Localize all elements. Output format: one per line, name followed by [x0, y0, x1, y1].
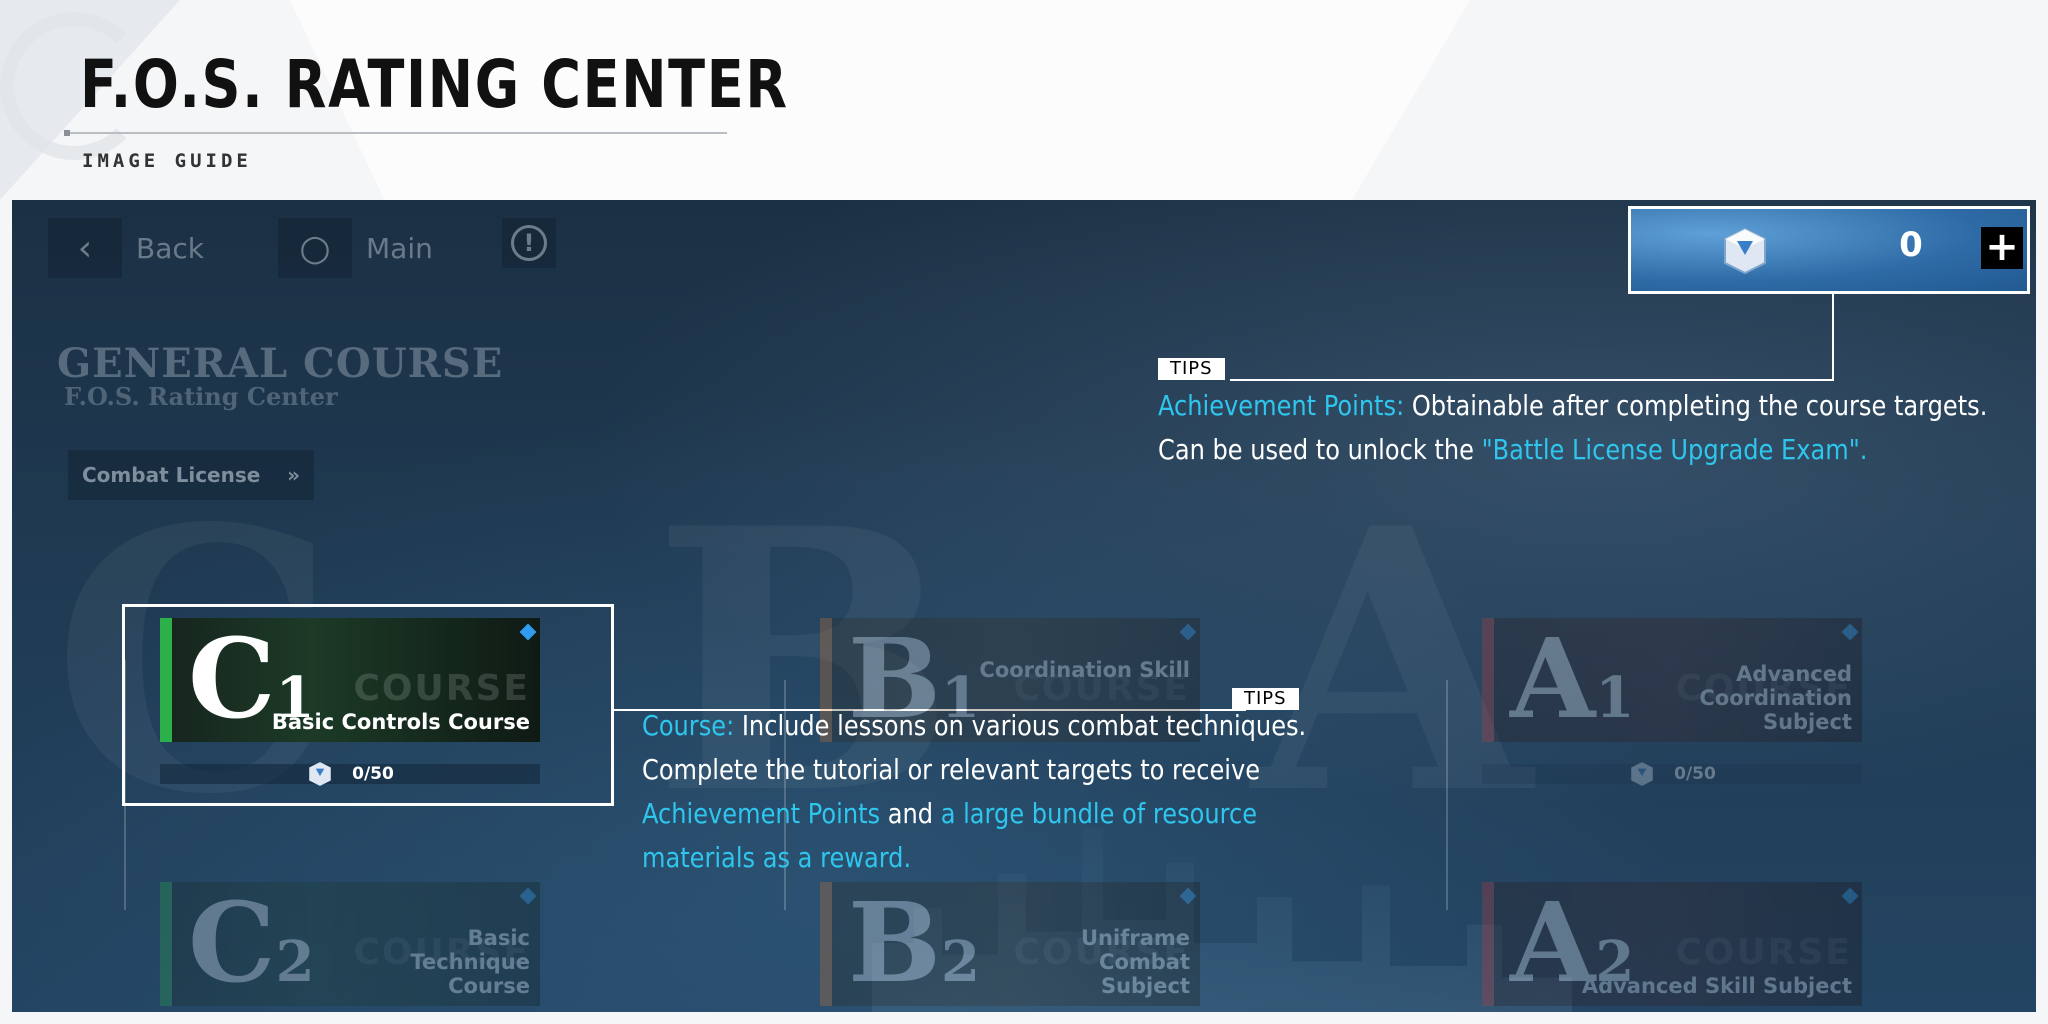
- tip-highlight: materials as a reward.: [642, 841, 912, 874]
- diamond-icon: [1179, 887, 1197, 905]
- tip-text: and: [880, 797, 941, 830]
- course-stripe: [1482, 882, 1494, 1006]
- course-grade: C2: [188, 882, 315, 1006]
- course-name: Advanced Skill Subject: [1581, 974, 1852, 998]
- section-subtitle: F.O.S. Rating Center: [64, 382, 338, 411]
- course-progress: 0/50: [1482, 762, 1862, 786]
- info-button[interactable]: !: [502, 218, 556, 268]
- main-label: Main: [366, 231, 433, 265]
- license-label: Combat License: [82, 463, 261, 487]
- diamond-icon: [1841, 887, 1859, 905]
- tip-text: Complete the tutorial or relevant target…: [642, 753, 1261, 786]
- diamond-icon: [1841, 623, 1859, 641]
- title-divider: [64, 132, 727, 134]
- tips-course-text: Course: Include lessons on various comba…: [642, 704, 1306, 880]
- course-stripe: [1482, 618, 1494, 742]
- tip-highlight: Course:: [642, 709, 735, 742]
- tips-connector-line: [1832, 294, 1834, 380]
- section-title: GENERAL COURSE: [57, 340, 504, 387]
- tip-highlight: "Battle License Upgrade Exam".: [1481, 433, 1868, 466]
- course-grade: B2: [848, 882, 980, 1006]
- course-ghost-text: COURSE: [1675, 932, 1852, 973]
- selected-course-frame: [122, 604, 614, 806]
- course-card-c2[interactable]: C2 COURSE Basic Technique Course: [160, 882, 540, 1006]
- tips-achievement-text: Achievement Points: Obtainable after com…: [1158, 384, 1987, 472]
- main-button[interactable]: ○ Main: [278, 218, 433, 278]
- diamond-icon: [1179, 623, 1197, 641]
- tip-highlight: Achievement Points: [642, 797, 881, 830]
- course-stripe: [820, 882, 832, 1006]
- tip-text: Can be used to unlock the: [1158, 433, 1482, 466]
- back-label: Back: [136, 231, 204, 265]
- page-title: F.O.S. RATING CENTER: [80, 46, 789, 123]
- tip-highlight: a large bundle of resource: [940, 797, 1258, 830]
- course-name: Basic Technique Course: [410, 926, 530, 998]
- course-grade: A1: [1510, 618, 1635, 742]
- course-card-a1[interactable]: A1 COURSE Advanced Coordination Subject: [1482, 618, 1862, 742]
- tips-connector-line: [1230, 379, 1834, 381]
- course-stripe: [160, 882, 172, 1006]
- tips-badge: TIPS: [1158, 358, 1225, 380]
- progress-value: 0/50: [1674, 764, 1716, 784]
- tip-highlight: Achievement Points:: [1158, 389, 1405, 422]
- tip-text: Include lessons on various combat techni…: [734, 709, 1307, 742]
- course-name: Uniframe Combat Subject: [1081, 926, 1190, 998]
- combat-license-button[interactable]: Combat License »: [68, 450, 314, 500]
- course-name: Advanced Coordination Subject: [1699, 662, 1852, 734]
- achievement-cube-icon: [1724, 227, 1766, 275]
- page-subtitle: IMAGE GUIDE: [82, 150, 252, 172]
- main-circle-icon: ○: [278, 218, 352, 278]
- double-chevron-icon: »: [287, 463, 300, 487]
- back-button[interactable]: ‹ Back: [48, 218, 204, 278]
- course-card-a2[interactable]: A2 COURSE Advanced Skill Subject: [1482, 882, 1862, 1006]
- diamond-icon: [519, 887, 537, 905]
- tip-text: Obtainable after completing the course t…: [1404, 389, 1988, 422]
- achievement-points-widget[interactable]: 0 +: [1628, 206, 2030, 294]
- points-value: 0: [1899, 225, 1923, 265]
- game-screenshot: C B A ‹ Back ○ Main ! GENERAL COURSE F.O…: [12, 200, 2036, 1012]
- course-card-b2[interactable]: B2 COURSE Uniframe Combat Subject: [820, 882, 1200, 1006]
- achievement-cube-icon: [1631, 762, 1653, 786]
- info-icon: !: [511, 225, 547, 261]
- course-name: Coordination Skill: [979, 658, 1190, 682]
- tree-line: [1446, 680, 1448, 910]
- title-divider-dot: [64, 130, 70, 136]
- plus-icon[interactable]: +: [1981, 227, 2023, 269]
- back-chevron-icon: ‹: [48, 218, 122, 278]
